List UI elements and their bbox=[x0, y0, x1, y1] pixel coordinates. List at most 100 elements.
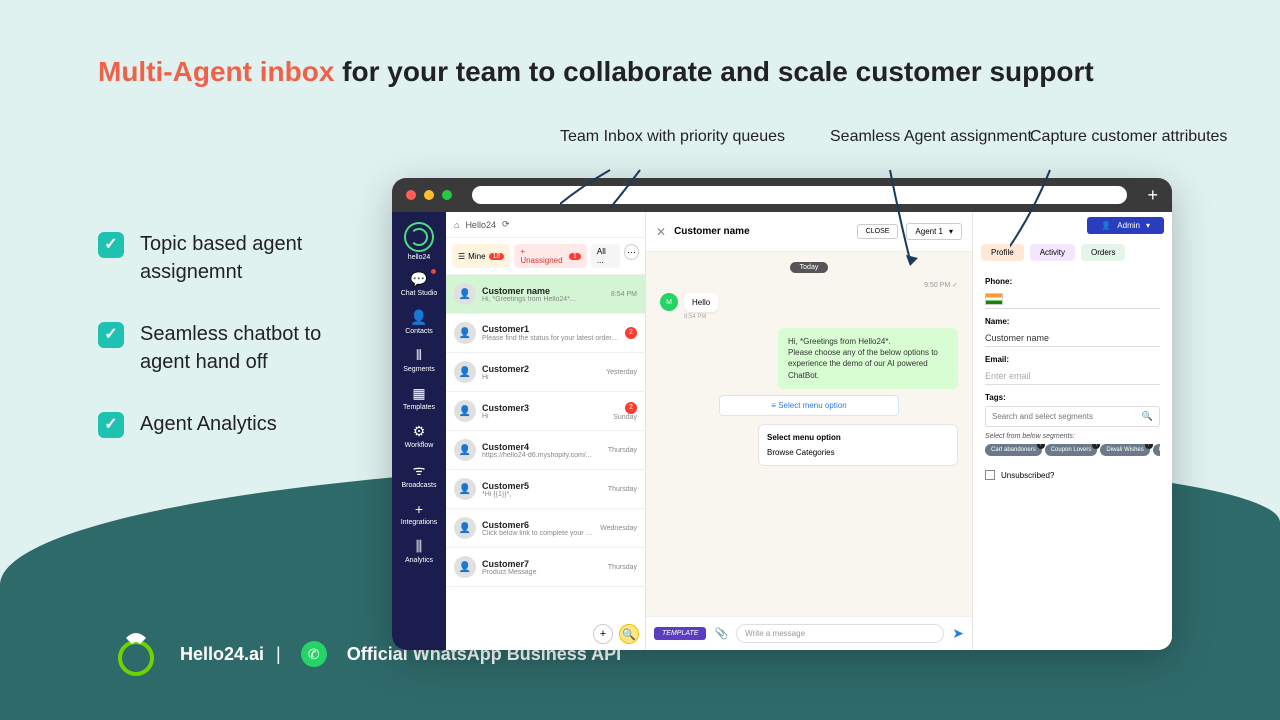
sidebar-item-analytics[interactable]: ⫼Analytics bbox=[392, 532, 446, 570]
avatar-icon: 👤 bbox=[454, 556, 476, 578]
date-pill: Today bbox=[790, 262, 829, 273]
segment-chip[interactable]: Repeat bu bbox=[1153, 444, 1160, 456]
email-label: Email: bbox=[985, 355, 1160, 364]
segment-hint: Select from below segments: bbox=[985, 433, 1160, 440]
headline: Multi-Agent inbox for your team to colla… bbox=[98, 52, 1094, 91]
attachment-icon[interactable]: 📎 bbox=[714, 627, 728, 640]
search-conversations-button[interactable]: 🔍 bbox=[619, 624, 639, 644]
template-button[interactable]: TEMPLATE bbox=[654, 627, 706, 640]
chat-panel: ✕ Customer name CLOSE Agent 1▾ Today 9:5… bbox=[646, 212, 972, 650]
sidebar-item-workflow[interactable]: ⚙Workflow bbox=[392, 417, 446, 455]
conversation-row[interactable]: 👤 Customer nameHi, *Greetings from Hello… bbox=[446, 275, 645, 314]
avatar-icon: 👤 bbox=[454, 517, 476, 539]
select-menu-button[interactable]: ≡ Select menu option bbox=[719, 395, 899, 416]
avatar-icon: 👤 bbox=[454, 283, 476, 305]
close-conversation-button[interactable]: CLOSE bbox=[857, 224, 899, 239]
add-conversation-button[interactable]: + bbox=[593, 624, 613, 644]
segments-icon: ⫴ bbox=[416, 347, 422, 364]
app-brand: hello24 bbox=[408, 254, 431, 261]
tag-search[interactable]: 🔍 bbox=[985, 406, 1160, 427]
chevron-down-icon: ▾ bbox=[1146, 221, 1150, 230]
tab-unassigned[interactable]: + Unassigned1 bbox=[514, 244, 587, 268]
customer-avatar-icon: M bbox=[660, 293, 678, 311]
window-titlebar: + bbox=[392, 178, 1172, 212]
chat-icon: 💬 bbox=[410, 271, 427, 288]
home-icon[interactable]: ⌂ bbox=[454, 220, 459, 230]
window-close-dot[interactable] bbox=[406, 190, 416, 200]
feature-list: ✓Topic based agent assignemnt ✓Seamless … bbox=[98, 230, 360, 472]
sidebar: hello24 💬Chat Studio 👤Contacts ⫴Segments… bbox=[392, 212, 446, 650]
sidebar-item-templates[interactable]: ▦Templates bbox=[392, 379, 446, 417]
admin-bar: 👤 Admin ▾ bbox=[973, 212, 1172, 238]
agent-select[interactable]: Agent 1▾ bbox=[906, 223, 962, 240]
whatsapp-icon: ✆ bbox=[301, 641, 327, 667]
sidebar-item-broadcasts[interactable]: ᯤBroadcasts bbox=[392, 455, 446, 495]
check-icon: ✓ bbox=[98, 322, 124, 348]
separator: | bbox=[276, 644, 281, 665]
window-max-dot[interactable] bbox=[442, 190, 452, 200]
segment-chip[interactable]: Cart abandoners bbox=[985, 444, 1042, 456]
analytics-icon: ⫼ bbox=[416, 538, 422, 555]
chat-body: Today 9:50 PM ✓ M Hello 8:54 PM Hi, *Gre… bbox=[646, 252, 972, 616]
segment-chip[interactable]: Diwali Wishes bbox=[1100, 444, 1149, 456]
tab-mine[interactable]: ☰ Mine18 bbox=[452, 244, 510, 268]
close-chat-icon[interactable]: ✕ bbox=[656, 225, 666, 239]
templates-icon: ▦ bbox=[412, 385, 425, 402]
tags-label: Tags: bbox=[985, 393, 1160, 402]
app-window: + hello24 💬Chat Studio 👤Contacts ⫴Segmen… bbox=[392, 178, 1172, 650]
segment-chip[interactable]: Coupon Lovers bbox=[1045, 444, 1098, 456]
message-input[interactable]: Write a message bbox=[736, 624, 944, 643]
unsubscribe-checkbox[interactable] bbox=[985, 470, 995, 480]
avatar-icon: 👤 bbox=[454, 478, 476, 500]
workflow-icon: ⚙ bbox=[413, 423, 426, 440]
sidebar-item-chat-studio[interactable]: 💬Chat Studio bbox=[392, 265, 446, 303]
unsubscribe-label: Unsubscribed? bbox=[1001, 471, 1054, 480]
sidebar-item-contacts[interactable]: 👤Contacts bbox=[392, 303, 446, 341]
plus-icon: + bbox=[415, 501, 423, 517]
tag-search-input[interactable] bbox=[992, 412, 1142, 421]
menu-title: Select menu option bbox=[767, 433, 949, 442]
tab-profile[interactable]: Profile bbox=[981, 244, 1024, 261]
feature-item: ✓Agent Analytics bbox=[98, 410, 360, 438]
name-value[interactable]: Customer name bbox=[985, 330, 1160, 347]
sidebar-item-integrations[interactable]: +Integrations bbox=[392, 495, 446, 532]
profile-tabs: Profile Activity Orders bbox=[973, 238, 1172, 269]
breadcrumb-text[interactable]: Hello24 bbox=[465, 220, 496, 230]
tab-all[interactable]: All ... bbox=[591, 244, 620, 268]
flag-india-icon bbox=[985, 293, 1003, 305]
email-input[interactable]: Enter email bbox=[985, 368, 1160, 385]
name-label: Name: bbox=[985, 317, 1160, 326]
avatar-icon: 👤 bbox=[454, 322, 476, 344]
send-icon[interactable]: ➤ bbox=[952, 625, 964, 642]
conversation-row[interactable]: 👤 Customer6Click below link to complete … bbox=[446, 509, 645, 548]
timestamp: 9:50 PM ✓ bbox=[660, 281, 958, 289]
app-logo-icon[interactable] bbox=[404, 222, 434, 252]
conversation-row[interactable]: 👤 Customer3Hi 2Sunday bbox=[446, 392, 645, 431]
message-time: 8:54 PM bbox=[684, 314, 718, 320]
window-min-dot[interactable] bbox=[424, 190, 434, 200]
outgoing-message: Hi, *Greetings from Hello24*. Please cho… bbox=[778, 328, 958, 389]
phone-value bbox=[985, 290, 1160, 309]
conversation-row[interactable]: 👤 Customer5*Hi {{1}}*, Thursday bbox=[446, 470, 645, 509]
conversation-row[interactable]: 👤 Customer7Product Message Thursday bbox=[446, 548, 645, 587]
tab-orders[interactable]: Orders bbox=[1081, 244, 1125, 261]
profile-body: Phone: Name: Customer name Email: Enter … bbox=[973, 269, 1172, 480]
message-bubble: Hello bbox=[684, 293, 718, 312]
phone-label: Phone: bbox=[985, 277, 1160, 286]
conversation-row[interactable]: 👤 Customer4https://hello24-d6.myshopify.… bbox=[446, 431, 645, 470]
feature-item: ✓Seamless chatbot to agent hand off bbox=[98, 320, 360, 376]
refresh-icon[interactable]: ⟳ bbox=[502, 219, 510, 230]
admin-dropdown[interactable]: 👤 Admin ▾ bbox=[1087, 217, 1164, 234]
menu-option[interactable]: Browse Categories bbox=[767, 448, 949, 457]
new-tab-icon[interactable]: + bbox=[1147, 185, 1158, 206]
mine-badge: 18 bbox=[489, 253, 505, 260]
conversation-row[interactable]: 👤 Customer1Please find the status for yo… bbox=[446, 314, 645, 353]
tab-more-icon[interactable]: ⋯ bbox=[624, 244, 639, 260]
annotation-team-inbox: Team Inbox with priority queues bbox=[560, 128, 785, 146]
conversation-row[interactable]: 👤 Customer2Hi Yesterday bbox=[446, 353, 645, 392]
tab-activity[interactable]: Activity bbox=[1030, 244, 1075, 261]
sidebar-item-segments[interactable]: ⫴Segments bbox=[392, 341, 446, 379]
menu-card: Select menu option Browse Categories bbox=[758, 424, 958, 466]
address-bar[interactable] bbox=[472, 186, 1127, 204]
check-icon: ✓ bbox=[98, 232, 124, 258]
